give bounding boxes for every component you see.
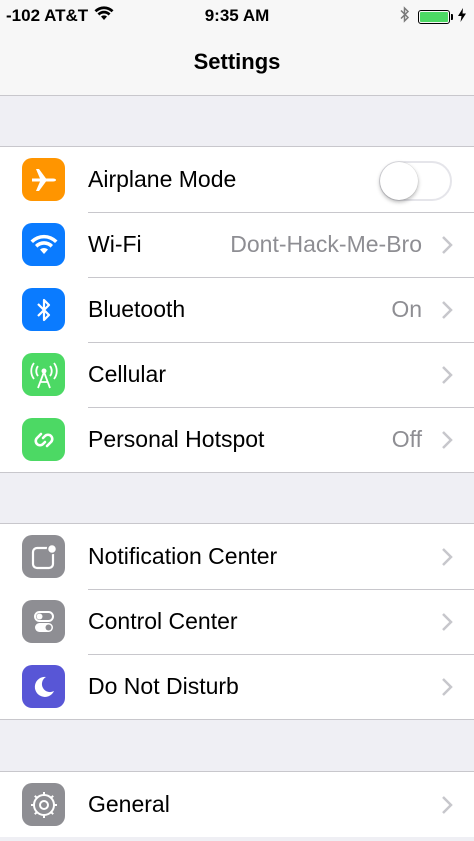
settings-row-label: Cellular xyxy=(88,361,166,387)
gear-icon xyxy=(22,783,65,826)
settings-row-do-not-disturb[interactable]: Do Not Disturb xyxy=(0,654,474,719)
general-group: General xyxy=(0,771,474,837)
settings-row-label: Notification Center xyxy=(88,543,278,569)
moon-icon xyxy=(22,665,65,708)
notification-center-icon xyxy=(22,535,65,578)
chevron-right-icon xyxy=(442,431,453,449)
chevron-right-icon xyxy=(442,366,453,384)
charging-icon xyxy=(458,7,466,27)
connectivity-group: Airplane Mode Wi-Fi Dont-Hack-Me-Bro Blu… xyxy=(0,146,474,473)
battery-icon xyxy=(418,10,453,24)
settings-row-cellular[interactable]: Cellular xyxy=(0,342,474,407)
settings-row-label: Bluetooth xyxy=(88,296,186,322)
settings-row-airplane-mode[interactable]: Airplane Mode xyxy=(0,147,474,212)
chevron-right-icon xyxy=(442,236,453,254)
chevron-right-icon xyxy=(442,548,453,566)
hotspot-icon xyxy=(22,418,65,461)
status-bar: -102 AT&T 9:35 AM xyxy=(0,0,474,34)
airplane-icon xyxy=(22,158,65,201)
settings-row-label: General xyxy=(88,791,170,817)
bluetooth-icon xyxy=(22,288,65,331)
toggle-knob xyxy=(380,162,418,200)
control-center-icon xyxy=(22,600,65,643)
settings-row-notification-center[interactable]: Notification Center xyxy=(0,524,474,589)
settings-row-personal-hotspot[interactable]: Personal Hotspot Off xyxy=(0,407,474,472)
chevron-right-icon xyxy=(442,613,453,631)
page-title: Settings xyxy=(193,48,281,74)
settings-row-control-center[interactable]: Control Center xyxy=(0,589,474,654)
settings-row-general[interactable]: General xyxy=(0,772,474,837)
chevron-right-icon xyxy=(442,796,453,814)
navigation-bar: Settings xyxy=(0,34,474,96)
system-group: Notification Center Control Center Do No… xyxy=(0,523,474,720)
airplane-mode-toggle[interactable] xyxy=(379,161,452,201)
settings-row-label: Wi-Fi xyxy=(88,231,142,257)
chevron-right-icon xyxy=(442,301,453,319)
wifi-icon xyxy=(22,223,65,266)
wifi-network-value: Dont-Hack-Me-Bro xyxy=(230,231,422,257)
hotspot-status-value: Off xyxy=(391,426,422,452)
cellular-icon xyxy=(22,353,65,396)
bluetooth-status-value: On xyxy=(391,296,422,322)
settings-row-wifi[interactable]: Wi-Fi Dont-Hack-Me-Bro xyxy=(0,212,474,277)
chevron-right-icon xyxy=(442,678,453,696)
bluetooth-status-icon xyxy=(400,6,410,28)
settings-row-bluetooth[interactable]: Bluetooth On xyxy=(0,277,474,342)
settings-row-label: Control Center xyxy=(88,608,238,634)
settings-row-label: Airplane Mode xyxy=(88,166,237,192)
settings-row-label: Do Not Disturb xyxy=(88,673,239,699)
settings-row-label: Personal Hotspot xyxy=(88,426,265,452)
status-right xyxy=(400,6,466,28)
